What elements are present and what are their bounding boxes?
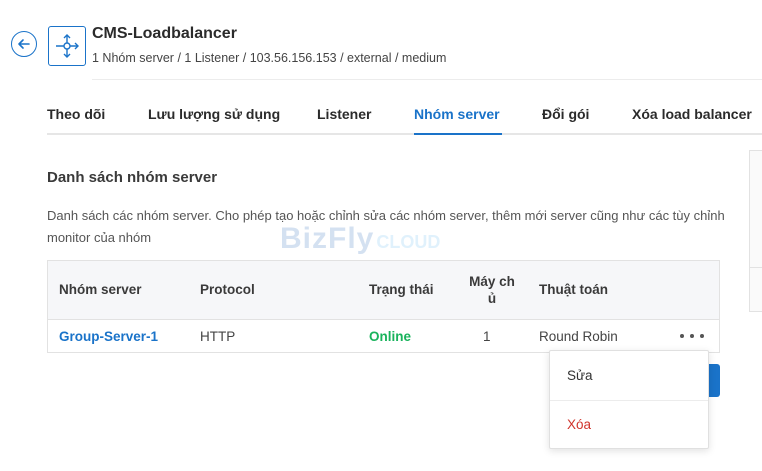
- section-description: Danh sách các nhóm server. Cho phép tạo …: [47, 208, 725, 245]
- section-title: Danh sách nhóm server: [47, 169, 218, 186]
- header-divider: [92, 79, 762, 80]
- col-header-servers-line1: Máy ch: [469, 274, 515, 289]
- tab-bar: Theo dõi Lưu lượng sử dụng Listener Nhóm…: [47, 100, 762, 135]
- menu-item-edit[interactable]: Sửa: [550, 352, 708, 400]
- tab-xoa-load-balancer[interactable]: Xóa load balancer: [632, 106, 752, 122]
- row-group-name[interactable]: Group-Server-1: [59, 329, 158, 344]
- row-algorithm: Round Robin: [539, 329, 618, 344]
- more-options-icon[interactable]: [680, 327, 704, 345]
- row-status: Online: [369, 329, 412, 344]
- col-header-protocol: Protocol: [200, 282, 255, 297]
- page-subtitle: 1 Nhóm server / 1 Listener / 103.56.156.…: [92, 51, 447, 65]
- side-panel-edge: [749, 150, 762, 312]
- tab-nhom-server[interactable]: Nhóm server: [414, 106, 500, 122]
- page-title: CMS-Loadbalancer: [92, 25, 237, 42]
- row-server-count: 1: [483, 329, 491, 344]
- tab-doi-goi[interactable]: Đổi gói: [542, 106, 589, 122]
- dot: [690, 334, 694, 338]
- load-balancer-icon: [48, 26, 86, 66]
- server-group-table: Nhóm server Protocol Trạng thái Máy ch ủ…: [47, 260, 720, 353]
- col-header-group: Nhóm server: [59, 282, 142, 297]
- col-header-algorithm: Thuật toán: [539, 282, 608, 297]
- menu-item-delete[interactable]: Xóa: [550, 400, 708, 448]
- col-header-servers-line2: ủ: [487, 291, 497, 306]
- side-panel-divider: [749, 267, 762, 268]
- tab-luu-luong[interactable]: Lưu lượng sử dụng: [148, 106, 280, 122]
- col-header-status: Trạng thái: [369, 282, 434, 297]
- tab-listener[interactable]: Listener: [317, 106, 371, 122]
- active-tab-indicator: [414, 133, 502, 135]
- arrow-left-icon: [18, 39, 30, 49]
- table-header: Nhóm server Protocol Trạng thái Máy ch ủ…: [48, 261, 719, 320]
- row-protocol: HTTP: [200, 329, 236, 344]
- row-actions-menu: Sửa Xóa: [549, 350, 709, 449]
- col-header-servers: Máy ch ủ: [464, 273, 520, 307]
- dot: [700, 334, 704, 338]
- dot: [680, 334, 684, 338]
- tab-theo-doi[interactable]: Theo dõi: [47, 106, 105, 122]
- back-button[interactable]: [11, 31, 37, 57]
